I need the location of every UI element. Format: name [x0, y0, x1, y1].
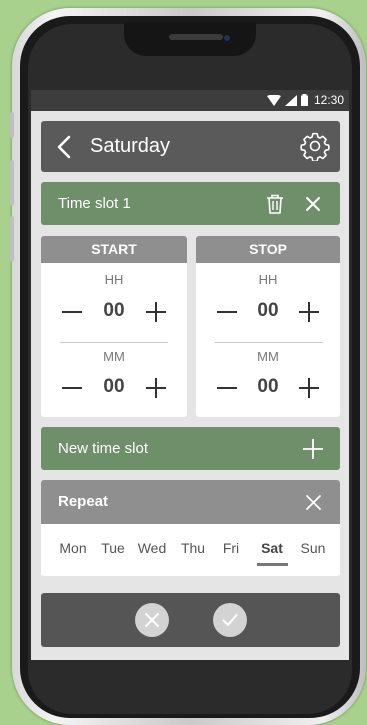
day-mon[interactable]: Mon — [57, 540, 89, 556]
chevron-left-icon — [57, 135, 71, 159]
start-hours-increment-button[interactable] — [143, 297, 169, 327]
plus-icon — [303, 439, 323, 459]
plus-icon — [299, 378, 319, 398]
start-minutes-value: 00 — [103, 376, 125, 397]
new-time-slot-label: New time slot — [58, 440, 149, 457]
page-title: Saturday — [90, 135, 171, 157]
day-fri[interactable]: Fri — [219, 540, 243, 556]
start-hours-label: HH — [104, 272, 124, 287]
start-minutes-label: MM — [103, 349, 125, 364]
close-icon — [306, 495, 321, 510]
start-minutes-increment-button[interactable] — [143, 373, 169, 403]
day-tue[interactable]: Tue — [98, 540, 128, 556]
trash-icon — [267, 194, 283, 214]
confirm-button[interactable] — [213, 603, 247, 637]
stop-hours-value: 00 — [257, 300, 279, 321]
time-slot-bar: Time slot 1 — [41, 182, 340, 225]
stop-hours-increment-button[interactable] — [296, 297, 322, 327]
stop-header: STOP — [196, 236, 340, 263]
repeat-close-button[interactable] — [304, 493, 323, 512]
phone-screen: 12:30 Saturday Time slot 1 START HH 00 M… — [31, 90, 349, 660]
day-sun[interactable]: Sun — [297, 540, 329, 556]
stop-hours-stepper: 00 — [196, 297, 340, 327]
stop-minutes-label: MM — [257, 349, 279, 364]
close-slot-button[interactable] — [303, 194, 323, 214]
phone-side-button — [10, 216, 14, 262]
stop-time-card: STOP HH 00 MM 00 — [196, 236, 340, 417]
check-icon — [222, 614, 238, 626]
plus-icon — [146, 302, 166, 322]
start-minutes-stepper: 00 — [41, 373, 187, 403]
status-bar: 12:30 — [31, 90, 349, 111]
divider — [60, 342, 168, 343]
new-time-slot-button[interactable]: New time slot — [41, 427, 340, 470]
back-button[interactable] — [53, 134, 77, 160]
stop-minutes-increment-button[interactable] — [296, 373, 322, 403]
header-bar: Saturday — [41, 121, 340, 172]
stop-minutes-value: 00 — [257, 376, 279, 397]
phone-camera — [224, 35, 230, 41]
repeat-card: Repeat Mon Tue Wed Thu Fri Sat Sun — [41, 480, 340, 576]
settings-button[interactable] — [300, 131, 330, 163]
phone-speaker — [169, 34, 223, 40]
gear-icon — [300, 132, 330, 163]
plus-icon — [299, 302, 319, 322]
close-icon — [306, 197, 320, 211]
divider — [215, 342, 323, 343]
stop-hours-label: HH — [258, 272, 278, 287]
app-body: Saturday Time slot 1 START HH 00 MM 00 S… — [31, 111, 349, 660]
phone-side-button — [10, 160, 14, 206]
signal-icon — [284, 94, 297, 106]
start-hours-stepper: 00 — [41, 297, 187, 327]
start-hours-value: 00 — [103, 300, 125, 321]
stop-minutes-stepper: 00 — [196, 373, 340, 403]
plus-icon — [146, 378, 166, 398]
phone-side-button — [10, 112, 14, 138]
repeat-title: Repeat — [58, 493, 109, 510]
days-row: Mon Tue Wed Thu Fri Sat Sun — [41, 524, 340, 576]
status-time: 12:30 — [313, 93, 344, 107]
day-thu[interactable]: Thu — [178, 540, 208, 556]
start-header: START — [41, 236, 187, 263]
footer-bar — [41, 593, 340, 647]
selected-day-indicator — [257, 563, 288, 566]
day-sat[interactable]: Sat — [256, 540, 288, 556]
delete-slot-button[interactable] — [264, 193, 286, 215]
repeat-header: Repeat — [41, 480, 340, 524]
cancel-button[interactable] — [135, 603, 169, 637]
start-time-card: START HH 00 MM 00 — [41, 236, 187, 417]
cancel-icon — [145, 613, 159, 627]
day-wed[interactable]: Wed — [135, 540, 169, 556]
battery-icon — [300, 94, 308, 106]
wifi-icon — [266, 94, 281, 106]
time-slot-title: Time slot 1 — [58, 195, 131, 212]
